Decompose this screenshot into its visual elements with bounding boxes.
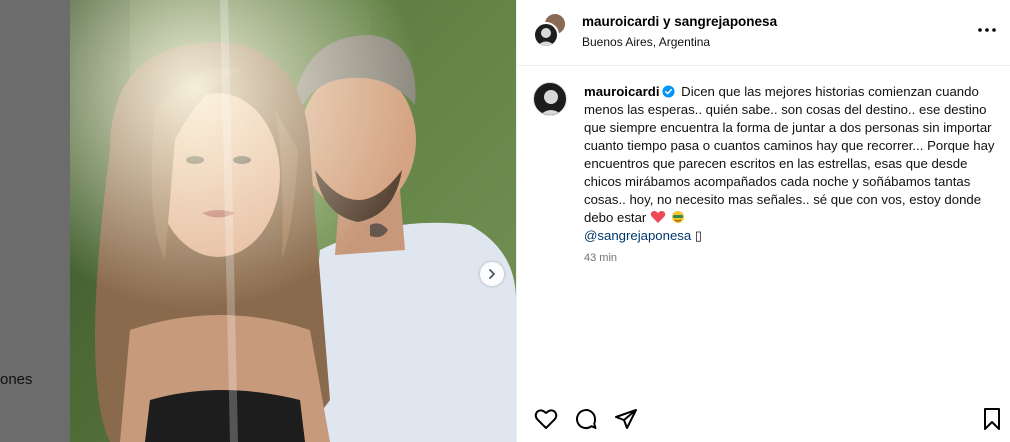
bookmark-icon	[984, 408, 1000, 430]
photo-illustration	[70, 0, 516, 442]
avatar-mauroicardi[interactable]	[533, 22, 559, 48]
caption-username[interactable]: mauroicardi	[584, 84, 660, 99]
post-detail-panel: mauroicardi y sangrejaponesa Buenos Aire…	[516, 0, 1010, 442]
caption-timestamp[interactable]: 43 min	[584, 252, 617, 264]
page-backdrop: ones	[0, 0, 70, 442]
comment-icon	[576, 409, 597, 430]
verified-badge-icon	[661, 85, 675, 98]
trailing-glyph: ▯	[694, 228, 703, 243]
post-photo[interactable]	[70, 0, 516, 442]
post-header: mauroicardi y sangrejaponesa Buenos Aire…	[517, 0, 1010, 66]
like-button[interactable]	[531, 404, 561, 434]
more-options-icon	[978, 28, 996, 32]
action-bar	[517, 404, 1010, 440]
avatar-image	[540, 90, 562, 115]
save-button[interactable]	[977, 404, 1007, 434]
mention-link[interactable]: @sangrejaponesa	[584, 228, 691, 243]
collab-avatars[interactable]	[533, 12, 569, 48]
more-options-button[interactable]	[975, 22, 999, 38]
caption-avatar[interactable]	[533, 82, 567, 116]
caption-body: Dicen que las mejores historias comienza…	[584, 84, 995, 225]
heart-icon	[534, 409, 558, 429]
share-icon	[615, 409, 637, 429]
next-photo-button[interactable]	[480, 262, 504, 286]
post-authors[interactable]: mauroicardi y sangrejaponesa	[582, 14, 777, 29]
share-button[interactable]	[611, 404, 641, 434]
red-heart-emoji	[650, 211, 666, 223]
post-location[interactable]: Buenos Aires, Argentina	[582, 35, 710, 49]
face-emoji	[671, 211, 684, 223]
backdrop-partial-text: ones	[0, 371, 33, 388]
chevron-right-icon	[489, 269, 496, 279]
avatar-image	[537, 28, 555, 46]
caption-text-block: mauroicardi Dicen que las mejores histor…	[584, 83, 996, 245]
comment-button[interactable]	[571, 404, 601, 434]
